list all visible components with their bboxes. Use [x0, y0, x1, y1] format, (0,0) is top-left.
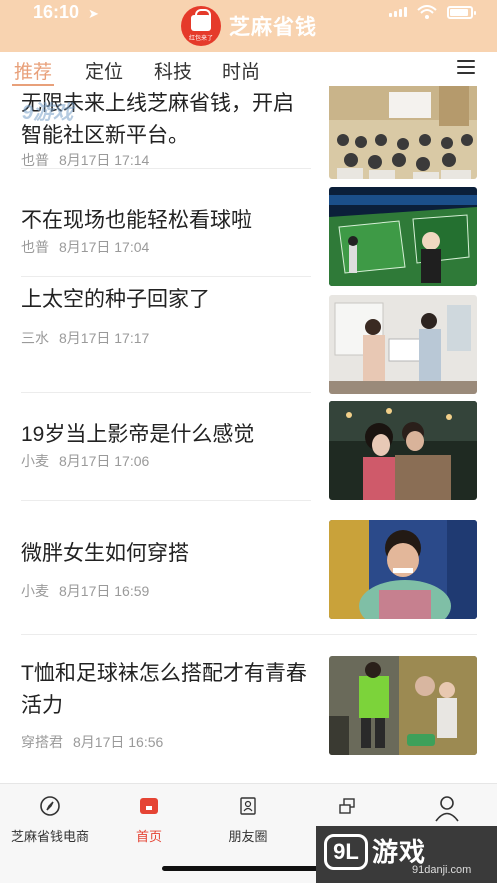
logo-text: 红包来了 [188, 36, 213, 42]
watermark-url: 91danji.com [412, 864, 472, 876]
tab-fashion[interactable]: 时尚 [222, 57, 260, 84]
status-time: 16:10 [33, 2, 80, 22]
feed-item-author: 小麦 [21, 453, 49, 469]
feed-item-author: 穿搭君 [21, 734, 63, 750]
wifi-icon [417, 5, 437, 19]
feed-item-title[interactable]: 微胖女生如何穿搭 [21, 538, 311, 570]
feed-item-author: 小麦 [21, 583, 49, 599]
feed-item-time: 8月17日 17:14 [59, 152, 150, 168]
feed-watermark: 9游戏 [22, 102, 74, 124]
tab-location[interactable]: 定位 [85, 57, 123, 84]
status-icons [389, 5, 476, 19]
tabbar-label: 朋友圈 [228, 829, 268, 844]
tab-recommend[interactable]: 推荐 [14, 57, 52, 84]
feed-item-time: 8月17日 16:56 [73, 734, 164, 750]
feed-item-title[interactable]: 19岁当上影帝是什么感觉 [21, 419, 311, 451]
message-icon [335, 794, 359, 818]
feed-item-thumbnail[interactable] [329, 187, 477, 286]
divider [21, 500, 311, 501]
battery-icon [447, 5, 476, 19]
active-tab-indicator [12, 84, 54, 86]
app-logo: 红包来了 [181, 6, 221, 46]
feed-item-meta: 小麦 8月17日 17:06 [21, 451, 149, 471]
divider [21, 168, 311, 169]
feed-item-author: 也普 [21, 239, 49, 255]
divider [21, 276, 311, 277]
home-icon [137, 794, 161, 818]
feed-item-author: 三水 [21, 330, 49, 346]
user-icon [433, 794, 461, 822]
feed-item-time: 8月17日 16:59 [59, 583, 150, 599]
moments-icon [236, 794, 260, 818]
signal-icon [389, 7, 407, 17]
location-arrow-icon: ➤ [88, 6, 99, 21]
tab-tech[interactable]: 科技 [154, 57, 192, 84]
feed-item-meta: 三水 8月17日 17:17 [21, 328, 149, 348]
tabbar-label: 芝麻省钱电商 [10, 829, 89, 844]
feed-item-meta: 穿搭君 8月17日 16:56 [21, 732, 163, 752]
news-feed: 无限未来上线芝麻省钱，开启智能社区新平台。 也普8月17日 17:14 9游戏 [0, 0, 497, 883]
tabbar-item-home[interactable]: 首页 [99, 794, 199, 845]
feed-item-thumbnail[interactable] [329, 80, 477, 179]
site-watermark: 9L 游戏 91danji.com [316, 826, 497, 883]
compass-icon [38, 794, 62, 818]
feed-item-thumbnail[interactable] [329, 295, 477, 394]
feed-item-title[interactable]: T恤和足球袜怎么搭配才有青春活力 [21, 658, 311, 722]
feed-item-author: 也普 [21, 152, 49, 168]
tabbar-item-moments[interactable]: 朋友圈 [198, 794, 298, 845]
app-header: 16:10 ➤ 红包来了 芝麻省钱 [0, 0, 497, 52]
feed-item-thumbnail[interactable] [329, 656, 477, 755]
feed-item-title[interactable]: 不在现场也能轻松看球啦 [21, 205, 311, 237]
feed-item-meta: 也普 8月17日 17:14 [21, 150, 149, 170]
app-brand: 红包来了 芝麻省钱 [181, 6, 317, 46]
category-tabs: 推荐 定位 科技 时尚 [0, 52, 497, 86]
menu-icon[interactable] [457, 60, 475, 74]
feed-item-time: 8月17日 17:17 [59, 330, 150, 346]
tabbar-item-shop[interactable]: 芝麻省钱电商 [0, 794, 100, 845]
home-indicator [162, 866, 338, 871]
divider [21, 392, 311, 393]
feed-item-meta: 也普 8月17日 17:04 [21, 237, 149, 257]
shopping-bag-icon [191, 9, 211, 31]
app-title: 芝麻省钱 [229, 16, 317, 39]
feed-item-meta: 小麦 8月17日 16:59 [21, 581, 149, 601]
feed-item-time: 8月17日 17:06 [59, 453, 150, 469]
divider [21, 634, 477, 635]
feed-item-thumbnail[interactable] [329, 520, 477, 619]
tabbar-label: 首页 [135, 829, 162, 844]
watermark-badge: 9L [324, 834, 368, 870]
feed-item-thumbnail[interactable] [329, 401, 477, 500]
feed-item-time: 8月17日 17:04 [59, 239, 150, 255]
feed-item-title[interactable]: 上太空的种子回家了 [21, 284, 311, 316]
